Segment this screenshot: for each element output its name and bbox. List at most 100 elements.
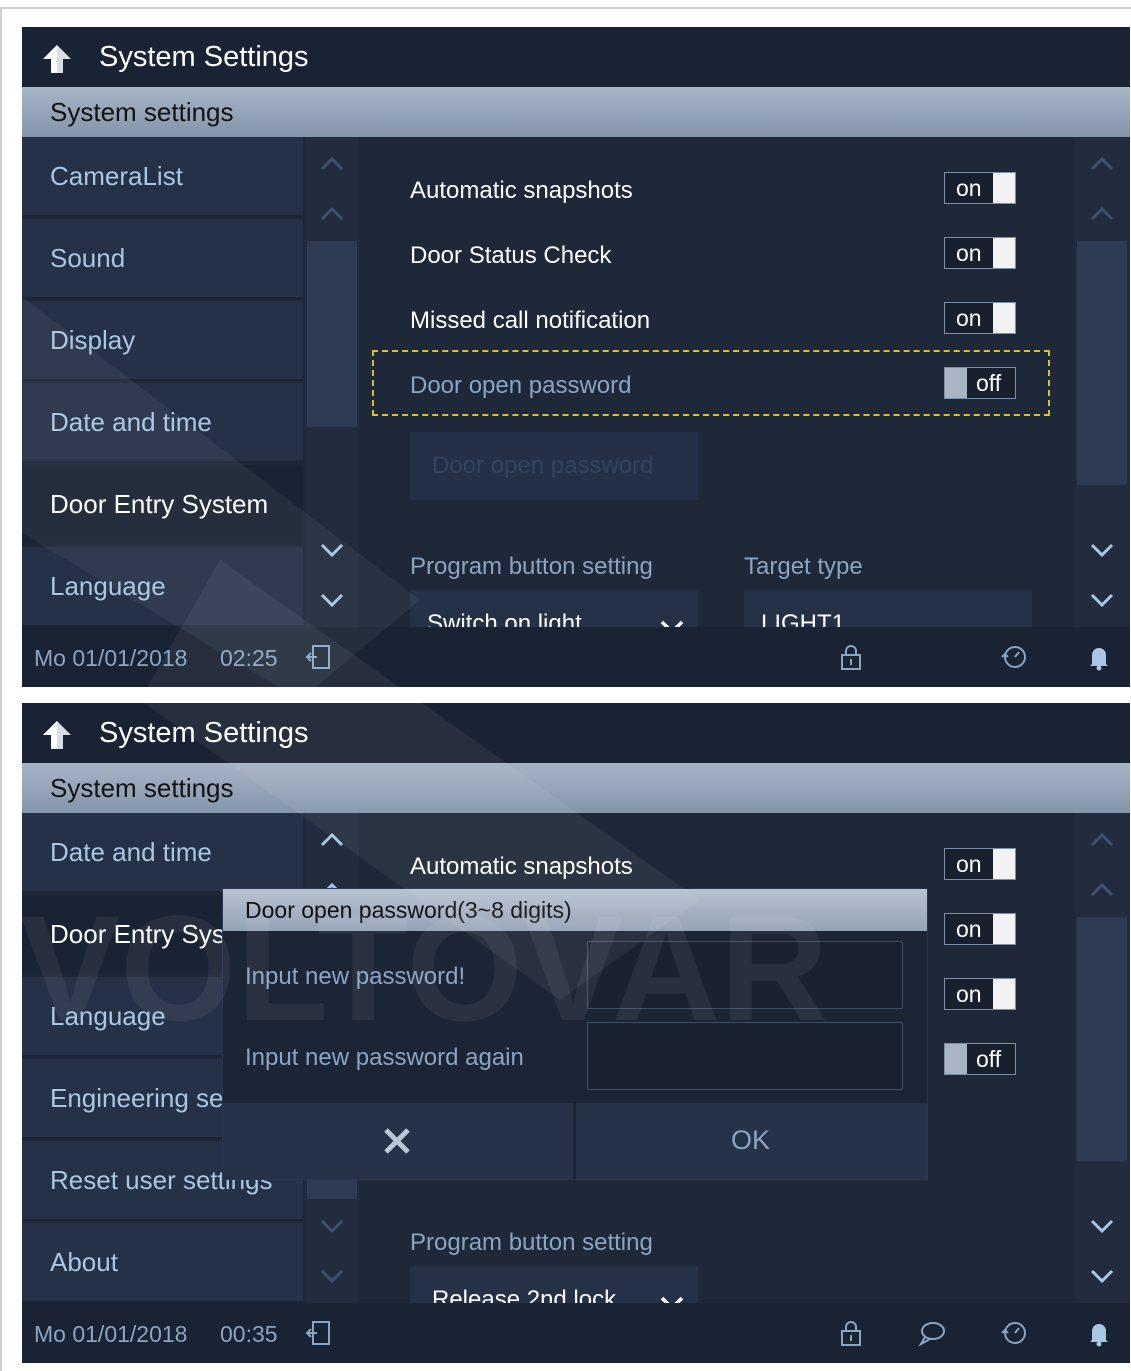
door-open-password-button[interactable]: Door open password [410,432,698,500]
setting-label: Automatic snapshots [410,853,633,880]
settings-menu: CameraList Sound Display Date and time D… [22,137,303,627]
ok-label: OK [731,1125,771,1155]
chevron-up-icon[interactable] [320,831,344,847]
menu-item-cameralist[interactable]: CameraList [22,137,303,217]
menu-item-sound[interactable]: Sound [22,219,303,299]
scroll-thumb[interactable] [1077,917,1127,1161]
scroll-thumb[interactable] [1077,241,1127,485]
title-bar: System Settings [22,27,1130,87]
dialog-header: Door open password(3~8 digits) [223,889,927,931]
toggle-door-status-check[interactable]: on [944,237,1016,269]
toggle-state: on [956,916,982,942]
status-date: Mo 01/01/2018 [34,645,188,671]
back-arrow-icon[interactable] [40,719,74,751]
setting-label: Missed call notification [410,307,651,334]
toggle-state: on [956,851,982,877]
status-bar: Mo 01/01/2018 00:35 [22,1303,1130,1363]
close-icon [384,1128,410,1154]
history-icon[interactable] [999,1318,1029,1348]
program-button-label: Program button setting [410,1229,653,1256]
toggle-state: off [976,1046,1002,1072]
toggle-state: on [956,175,982,201]
chevron-up-icon[interactable] [1090,831,1114,847]
content-scrollbar[interactable] [1075,137,1129,627]
message-icon[interactable] [917,1318,947,1348]
confirm-password-input[interactable] [587,1022,903,1090]
chevron-up-icon[interactable] [1090,205,1114,221]
dialog-title: Door open password(3~8 digits) [245,897,572,923]
back-arrow-icon[interactable] [40,43,74,75]
cancel-button[interactable] [223,1103,573,1179]
section-title: System settings [50,773,234,803]
field-label: Input new password! [245,963,466,990]
chevron-down-icon [660,620,684,627]
menu-item-date-time[interactable]: Date and time [22,383,303,463]
menu-item-display[interactable]: Display [22,301,303,381]
chevron-up-icon[interactable] [320,155,344,171]
new-password-input[interactable] [587,941,903,1009]
chevron-up-icon[interactable] [1090,881,1114,897]
status-bar: Mo 01/01/2018 02:25 [22,627,1130,687]
page-title: System Settings [99,41,309,73]
chevron-down-icon [660,1296,684,1303]
chevron-down-icon[interactable] [1090,1269,1114,1285]
chevron-down-icon[interactable] [1090,593,1114,609]
toggle-missed-call[interactable]: on [944,302,1016,334]
chevron-down-icon[interactable] [1090,543,1114,559]
field-label: Input new password again [245,1044,524,1071]
bell-icon[interactable] [1084,642,1114,672]
menu-item-label: Display [50,325,136,355]
exit-icon[interactable] [304,642,334,672]
settings-content: Automatic snapshots on Door Status Check… [359,137,1075,627]
menu-item-about[interactable]: About [22,1223,303,1303]
menu-item-label: Date and time [50,837,212,867]
lock-icon[interactable] [836,642,866,672]
status-time: 02:25 [220,645,278,671]
section-title: System settings [50,97,234,127]
section-header: System settings [22,763,1130,813]
menu-scrollbar[interactable] [305,137,359,627]
lock-icon[interactable] [836,1318,866,1348]
chevron-up-icon[interactable] [320,205,344,221]
menu-item-label: Sound [50,243,126,273]
toggle-state: on [956,305,982,331]
target-type-select[interactable]: LIGHT1 [744,590,1032,627]
section-header: System settings [22,87,1130,137]
menu-item-label: CameraList [50,161,183,191]
menu-item-language[interactable]: Language [22,547,303,627]
chevron-up-icon[interactable] [1090,155,1114,171]
menu-item-date-time[interactable]: Date and time [22,813,303,893]
scroll-thumb[interactable] [307,241,357,427]
password-dialog: Door open password(3~8 digits) Input new… [223,889,927,1179]
screen-2: System Settings System settings Date and… [22,703,1130,1363]
toggle-automatic-snapshots[interactable]: on [944,172,1016,204]
toggle-door-status-check[interactable]: on [944,913,1016,945]
chevron-down-icon[interactable] [320,1269,344,1285]
content-scrollbar[interactable] [1075,813,1129,1303]
chevron-down-icon[interactable] [320,543,344,559]
chevron-down-icon[interactable] [320,593,344,609]
select-value: LIGHT1 [761,610,846,627]
title-bar: System Settings [22,703,1130,763]
chevron-down-icon[interactable] [320,1219,344,1235]
toggle-state: off [976,370,1002,396]
toggle-door-open-password[interactable]: off [944,367,1016,399]
exit-icon[interactable] [304,1318,334,1348]
program-button-select[interactable]: Release 2nd lock [410,1266,698,1303]
program-button-select[interactable]: Switch on light [410,590,698,627]
menu-item-label: Door Entry System [50,489,269,519]
program-button-label: Program button setting [410,553,653,580]
ok-button[interactable]: OK [576,1103,927,1179]
chevron-down-icon[interactable] [1090,1219,1114,1235]
toggle-missed-call[interactable]: on [944,978,1016,1010]
menu-item-label: Language [50,1001,166,1031]
target-type-label: Target type [744,553,863,580]
toggle-door-open-password[interactable]: off [944,1043,1016,1075]
history-icon[interactable] [999,642,1029,672]
page-title: System Settings [99,717,309,749]
menu-item-label: Date and time [50,407,212,437]
menu-item-door-entry[interactable]: Door Entry System [22,465,303,545]
bell-icon[interactable] [1084,1318,1114,1348]
toggle-automatic-snapshots[interactable]: on [944,848,1016,880]
button-label: Door open password [432,452,654,479]
